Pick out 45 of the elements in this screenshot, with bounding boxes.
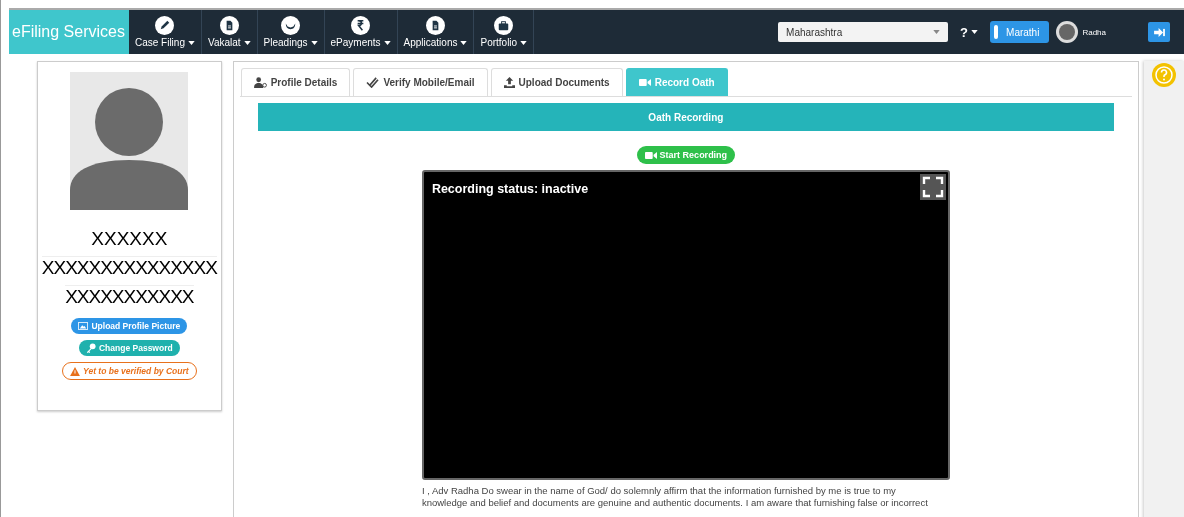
pencil-icon (155, 16, 175, 35)
rupee-icon (351, 16, 371, 35)
key-icon (86, 343, 96, 353)
caret-icon (310, 40, 318, 45)
caret-icon (933, 30, 941, 34)
nav-menu[interactable]: Vakalat (201, 10, 258, 54)
recording-status: Recording status: inactive (431, 182, 589, 196)
nav-menu[interactable]: Pleadings (257, 10, 325, 54)
nav-menu[interactable]: Applications (397, 10, 475, 54)
tab[interactable]: Profile Details (240, 68, 351, 96)
user-icon (253, 77, 267, 88)
caret-icon (243, 40, 251, 45)
video-camera-icon (644, 150, 657, 160)
profile-email: XXXXXXXXXXXXXXX (41, 256, 217, 279)
image-icon (78, 322, 89, 330)
nav-menu[interactable]: ePayments (324, 10, 398, 54)
document-icon (219, 16, 239, 35)
user-name[interactable]: Radha (1082, 27, 1106, 37)
upload-icon (503, 77, 515, 88)
logout-button[interactable] (1148, 22, 1170, 42)
document-icon (426, 16, 445, 35)
tab[interactable]: Upload Documents (490, 68, 623, 96)
warning-icon (70, 366, 81, 376)
logout-icon (1153, 27, 1165, 37)
fullscreen-icon[interactable] (919, 174, 946, 200)
section-header: Oath Recording (257, 103, 1114, 131)
caret-icon (187, 40, 195, 45)
help-menu[interactable]: ? (954, 10, 985, 54)
nav-menu[interactable]: Portfolio (474, 10, 535, 54)
caret-icon (383, 40, 391, 45)
profile-mobile: XXXXXXXXXXX (65, 285, 194, 308)
verification-status-badge: Yet to be verified by Court (62, 362, 197, 380)
caret-icon (971, 30, 979, 34)
briefcase-icon (494, 16, 514, 35)
profile-name: XXXXXX (91, 228, 168, 250)
state-select[interactable]: Maharashtra (778, 22, 949, 42)
video-camera-icon (638, 78, 651, 87)
caret-icon (460, 40, 468, 45)
tab[interactable]: Verify Mobile/Email (353, 68, 488, 96)
oath-text: I , Adv Radha Do swear in the name of God/ do solemnly affirm that the information furnished by me is true to my knowledge and belief and documents are genuine and authentic documents. I am aware that furnishing false or incorrect (421, 485, 929, 509)
nav-menu[interactable]: Case Filing (128, 10, 202, 54)
caret-icon (520, 40, 528, 45)
avatar-placeholder-icon (70, 72, 189, 210)
avatar-icon[interactable] (1055, 20, 1080, 44)
double-check-icon (366, 77, 380, 88)
